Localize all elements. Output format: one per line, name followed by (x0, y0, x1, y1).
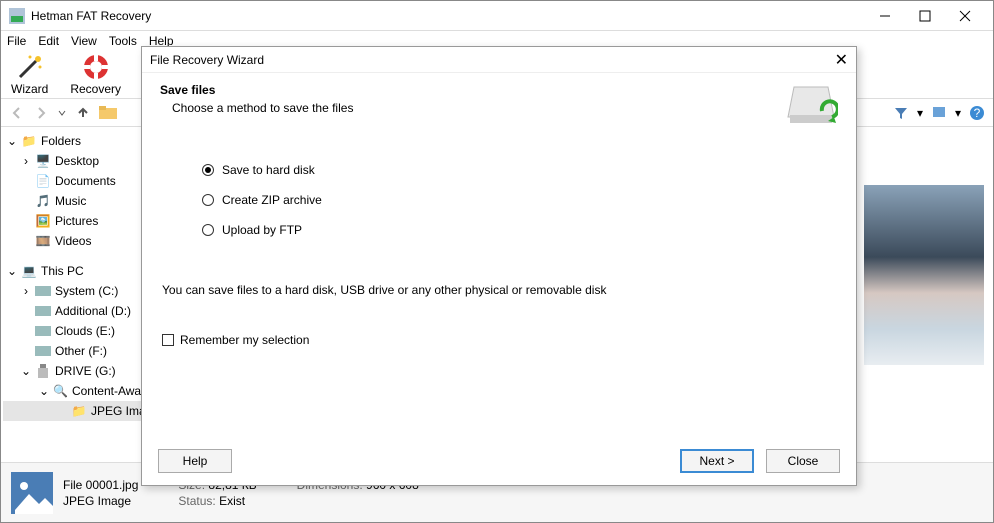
nav-forward-icon[interactable] (33, 105, 49, 121)
wizard-button[interactable]: Wizard (11, 53, 48, 96)
button-label: Close (788, 454, 819, 468)
status-value: Exist (219, 494, 245, 508)
detail-filename: File 00001.jpg (63, 478, 138, 492)
tree-label: This PC (41, 264, 84, 278)
dialog-heading: Save files (160, 83, 353, 97)
view-icon[interactable] (931, 105, 947, 121)
app-icon (9, 8, 25, 24)
search-icon: 🔍 (53, 383, 68, 399)
file-recovery-wizard-dialog: File Recovery Wizard ✕ Save files Choose… (141, 46, 857, 486)
drive-icon (35, 343, 51, 359)
option-create-zip[interactable]: Create ZIP archive (202, 193, 796, 207)
lifebuoy-icon (82, 53, 110, 81)
chevron-down-icon[interactable]: ▾ (955, 106, 961, 120)
close-button[interactable] (945, 5, 985, 27)
chevron-down-icon[interactable]: ▾ (917, 106, 923, 120)
window-title: Hetman FAT Recovery (31, 9, 865, 23)
folder-icon (99, 105, 117, 121)
recovery-label: Recovery (70, 82, 121, 96)
picture-icon: 🖼️ (35, 213, 51, 229)
help-icon[interactable]: ? (969, 105, 985, 121)
tree-label: Clouds (E:) (55, 324, 115, 338)
nav-up-icon[interactable] (75, 105, 91, 121)
next-button[interactable]: Next > (680, 449, 754, 473)
tree-label: System (C:) (55, 284, 118, 298)
remember-checkbox[interactable]: Remember my selection (162, 333, 796, 347)
tree-label: Folders (41, 134, 81, 148)
tree-label: Other (F:) (55, 344, 107, 358)
maximize-button[interactable] (905, 5, 945, 27)
folder-icon: 📁 (71, 403, 87, 419)
nav-dropdown-icon[interactable] (57, 108, 67, 118)
dialog-titlebar: File Recovery Wizard ✕ (142, 47, 856, 73)
detail-type: JPEG Image (63, 494, 138, 508)
hdd-save-icon (784, 83, 838, 127)
usb-icon (35, 363, 51, 379)
title-bar: Hetman FAT Recovery (1, 1, 993, 31)
option-label: Create ZIP archive (222, 193, 322, 207)
video-icon: 🎞️ (35, 233, 51, 249)
folder-icon: 📁 (21, 133, 37, 149)
minimize-button[interactable] (865, 5, 905, 27)
svg-text:?: ? (974, 106, 981, 120)
tree-label: DRIVE (G:) (55, 364, 116, 378)
status-label: Status: (178, 494, 215, 508)
image-icon (11, 472, 53, 514)
option-save-hdd[interactable]: Save to hard disk (202, 163, 796, 177)
recovery-button[interactable]: Recovery (70, 53, 121, 96)
monitor-icon: 🖥️ (35, 153, 51, 169)
preview-image (864, 185, 984, 365)
menu-file[interactable]: File (7, 34, 26, 48)
dialog-subheading: Choose a method to save the files (172, 101, 353, 115)
drive-icon (35, 283, 51, 299)
close-button[interactable]: Close (766, 449, 840, 473)
checkbox-icon (162, 334, 174, 346)
remember-label: Remember my selection (180, 333, 309, 347)
drive-icon (35, 323, 51, 339)
tree-label: Desktop (55, 154, 99, 168)
filter-icon[interactable] (893, 105, 909, 121)
radio-icon (202, 164, 214, 176)
menu-view[interactable]: View (71, 34, 97, 48)
tree-label: Additional (D:) (55, 304, 131, 318)
music-icon: 🎵 (35, 193, 51, 209)
button-label: Help (183, 454, 208, 468)
option-upload-ftp[interactable]: Upload by FTP (202, 223, 796, 237)
button-label: Next > (699, 454, 734, 468)
radio-icon (202, 194, 214, 206)
drive-icon (35, 303, 51, 319)
tree-label: Documents (55, 174, 116, 188)
wand-icon (16, 53, 44, 81)
wizard-label: Wizard (11, 82, 48, 96)
tree-label: Pictures (55, 214, 98, 228)
menu-edit[interactable]: Edit (38, 34, 59, 48)
tree-label: Videos (55, 234, 91, 248)
dialog-hint: You can save files to a hard disk, USB d… (162, 283, 796, 297)
nav-back-icon[interactable] (9, 105, 25, 121)
help-button[interactable]: Help (158, 449, 232, 473)
tree-label: Music (55, 194, 86, 208)
dialog-close-icon[interactable]: ✕ (835, 50, 848, 70)
option-label: Upload by FTP (222, 223, 302, 237)
preview-pane (853, 127, 993, 462)
menu-tools[interactable]: Tools (109, 34, 137, 48)
document-icon: 📄 (35, 173, 51, 189)
radio-icon (202, 224, 214, 236)
dialog-title: File Recovery Wizard (150, 53, 264, 67)
option-label: Save to hard disk (222, 163, 315, 177)
pc-icon: 💻 (21, 263, 37, 279)
